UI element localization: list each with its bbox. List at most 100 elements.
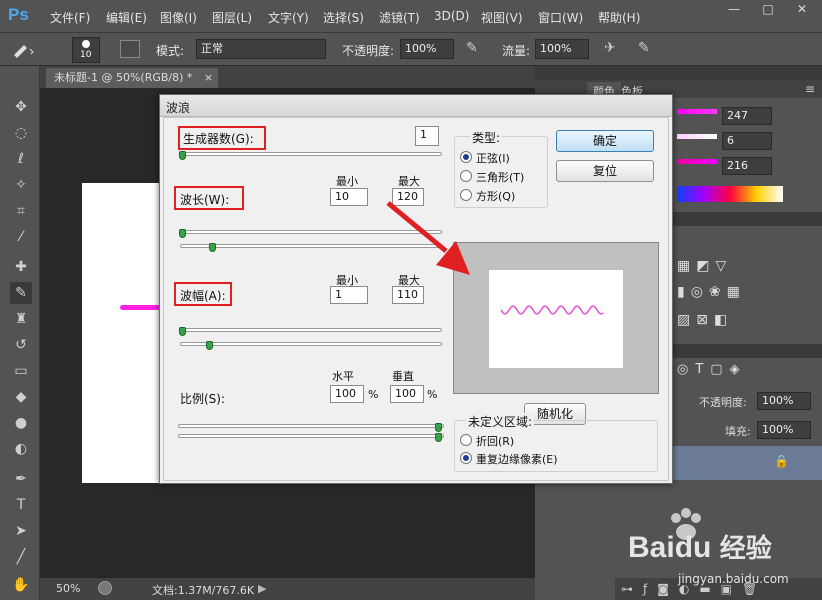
scale-h-track[interactable] — [178, 424, 444, 428]
generators-thumb[interactable] — [179, 151, 186, 160]
path-select-tool-icon[interactable]: ➤ — [10, 520, 32, 542]
layers-fill-input[interactable]: 100% — [757, 421, 811, 439]
dialog-titlebar[interactable]: 波浪 — [160, 95, 672, 117]
dodge-tool-icon[interactable]: ◐ — [10, 438, 32, 460]
menu-select[interactable]: 选择(S) — [323, 9, 364, 26]
menu-edit[interactable]: 编辑(E) — [106, 9, 147, 26]
generators-track[interactable] — [180, 152, 442, 156]
airbrush-icon[interactable]: ✈ — [604, 40, 624, 60]
blur-tool-icon[interactable]: ● — [10, 412, 32, 434]
amplitude-max-thumb[interactable] — [206, 341, 213, 350]
brush-panel-icon[interactable] — [120, 40, 140, 58]
scale-v-track[interactable] — [178, 434, 444, 438]
eyedropper-tool-icon[interactable]: ⁄ — [10, 226, 32, 248]
paint-bucket-tool-icon[interactable]: ◆ — [10, 386, 32, 408]
wrap-around-radio[interactable] — [460, 434, 472, 446]
clone-stamp-tool-icon[interactable]: ♜ — [10, 308, 32, 330]
wavelength-min-thumb[interactable] — [179, 229, 186, 238]
wavelength-max-thumb[interactable] — [209, 243, 216, 252]
type-square-label[interactable]: 方形(Q) — [476, 188, 515, 204]
repeat-edge-radio[interactable] — [460, 452, 472, 464]
lasso-tool-icon[interactable]: ℓ — [10, 148, 32, 170]
healing-brush-tool-icon[interactable]: ✚ — [10, 256, 32, 278]
move-tool-icon[interactable]: ✥ — [10, 96, 32, 118]
pen-tool-icon[interactable]: ✒ — [10, 468, 32, 490]
green-value[interactable]: 6 — [722, 132, 772, 150]
hand-tool-icon[interactable]: ✋ — [10, 574, 32, 596]
menu-view[interactable]: 视图(V) — [481, 9, 523, 26]
type-tool-icon[interactable]: T — [10, 494, 32, 516]
repeat-edge-label[interactable]: 重复边缘像素(E) — [476, 451, 558, 467]
pressure-size-icon[interactable]: ✎ — [638, 40, 658, 60]
adjustments-icons-row1[interactable]: ▦◩▽ — [677, 258, 732, 274]
amplitude-min-input[interactable]: 1 — [330, 286, 368, 304]
eraser-tool-icon[interactable]: ▭ — [10, 360, 32, 382]
amplitude-min-thumb[interactable] — [179, 327, 186, 336]
flow-input[interactable]: 100% — [535, 39, 589, 59]
amplitude-max-track[interactable] — [180, 342, 442, 346]
generators-input[interactable]: 1 — [415, 126, 439, 146]
menu-3d[interactable]: 3D(D) — [434, 9, 469, 23]
ok-button[interactable]: 确定 — [556, 130, 654, 152]
red-slider[interactable] — [677, 109, 717, 114]
scale-vertical-label: 垂直 — [392, 370, 414, 383]
scale-h-thumb[interactable] — [435, 423, 442, 432]
amplitude-max-input[interactable]: 110 — [392, 286, 424, 304]
wavelength-label: 波长(W): — [180, 193, 230, 207]
reset-button[interactable]: 复位 — [556, 160, 654, 182]
type-triangle-label[interactable]: 三角形(T) — [476, 169, 524, 185]
status-arrow-icon[interactable]: ▶ — [258, 582, 266, 595]
menu-help[interactable]: 帮助(H) — [598, 9, 640, 26]
menu-filter[interactable]: 滤镜(T) — [379, 9, 420, 26]
type-triangle-radio[interactable] — [460, 170, 472, 182]
close-window-button[interactable]: ✕ — [786, 0, 818, 18]
quick-select-tool-icon[interactable]: ✧ — [10, 174, 32, 196]
mode-select[interactable]: 正常 — [196, 39, 326, 59]
blue-slider[interactable] — [677, 159, 717, 164]
scale-vertical-input[interactable]: 100 — [390, 385, 424, 403]
layer-filter-icons[interactable]: ◎T▢◈ — [677, 362, 747, 377]
scale-v-thumb[interactable] — [435, 433, 442, 442]
wrap-around-label[interactable]: 折回(R) — [476, 433, 514, 449]
adjustments-icons-row2[interactable]: ▮◎❀▦ — [677, 284, 746, 300]
maximize-button[interactable]: □ — [752, 0, 784, 18]
document-tab-label: 未标题-1 @ 50%(RGB/8) * — [54, 71, 193, 84]
type-sine-label[interactable]: 正弦(I) — [476, 150, 510, 166]
color-spectrum[interactable] — [677, 186, 783, 202]
menu-file[interactable]: 文件(F) — [50, 9, 90, 26]
pressure-opacity-icon[interactable]: ✎ — [466, 40, 486, 60]
document-tab[interactable]: 未标题-1 @ 50%(RGB/8) * × — [46, 68, 218, 88]
brush-tool-icon[interactable] — [10, 39, 40, 59]
brush-preset-picker[interactable]: 10 — [72, 37, 100, 63]
menu-window[interactable]: 窗口(W) — [538, 9, 583, 26]
scale-horizontal-input[interactable]: 100 — [330, 385, 364, 403]
adjustments-icons-row3[interactable]: ▨⊠◧ — [677, 312, 733, 328]
dialog-title: 波浪 — [166, 101, 191, 115]
crop-tool-icon[interactable]: ⌗ — [10, 200, 32, 222]
line-tool-icon[interactable]: ╱ — [10, 546, 32, 568]
document-tab-close-icon[interactable]: × — [204, 71, 213, 84]
green-slider[interactable] — [677, 134, 717, 139]
amplitude-min-track[interactable] — [180, 328, 442, 332]
minimize-button[interactable]: — — [718, 0, 750, 18]
marquee-tool-icon[interactable]: ◌ — [10, 122, 32, 144]
status-info-icon[interactable] — [98, 581, 112, 595]
wavelength-min-input[interactable]: 10 — [330, 188, 368, 206]
preview-wave — [500, 305, 604, 315]
opacity-input[interactable]: 100% — [400, 39, 454, 59]
panel-menu-icon[interactable]: ≡ — [805, 82, 815, 96]
menu-image[interactable]: 图像(I) — [160, 9, 197, 26]
mode-label: 模式: — [156, 44, 185, 58]
type-sine-radio[interactable] — [460, 151, 472, 163]
brush-tool-icon[interactable]: ✎ — [10, 282, 32, 304]
baidu-jingyan-watermark: Baidu 经验 jingyan.baidu.com — [600, 508, 820, 598]
red-value[interactable]: 247 — [722, 107, 772, 125]
menu-type[interactable]: 文字(Y) — [268, 9, 309, 26]
blue-value[interactable]: 216 — [722, 157, 772, 175]
history-brush-tool-icon[interactable]: ↺ — [10, 334, 32, 356]
layers-opacity-input[interactable]: 100% — [757, 392, 811, 410]
zoom-level[interactable]: 50% — [56, 582, 80, 595]
menu-layer[interactable]: 图层(L) — [212, 9, 252, 26]
tools-panel: ✥ ◌ ℓ ✧ ⌗ ⁄ ✚ ✎ ♜ ↺ ▭ ◆ ● ◐ ✒ T ➤ ╱ ✋ — [0, 66, 40, 600]
layer-row-selected[interactable]: 🔒 — [672, 446, 822, 480]
